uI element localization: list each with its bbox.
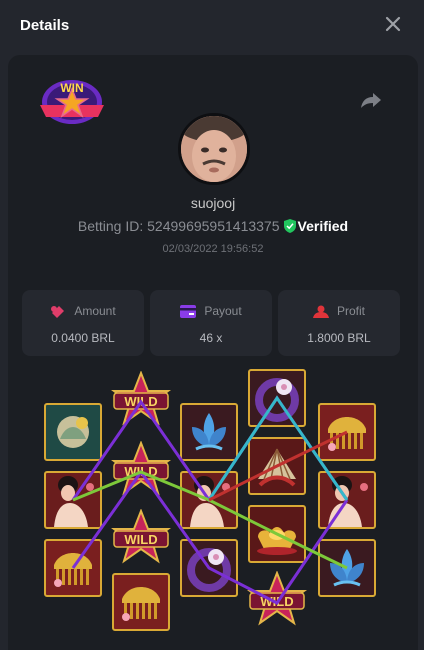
betting-id-label: Betting ID: <box>77 218 144 234</box>
stat-amount-label: Amount <box>74 304 116 318</box>
betting-id-row: Betting ID: 52499695951413375 Verified <box>8 218 418 234</box>
payline-teal <box>207 395 349 501</box>
win-badge-text: WIN <box>60 81 83 95</box>
betting-id-value: 52499695951413375 <box>147 218 280 234</box>
close-icon[interactable] <box>384 15 402 33</box>
payline-purple-bottom <box>71 469 349 605</box>
stat-amount: Amount 0.0400 BRL <box>22 290 144 356</box>
money-icon <box>51 306 65 318</box>
stat-profit-value: 1.8000 BRL <box>307 331 371 345</box>
avatar <box>178 113 250 185</box>
payline-green <box>72 470 348 570</box>
page-title: Details <box>20 17 70 34</box>
stat-profit: Profit 1.8000 BRL <box>278 290 400 356</box>
stat-profit-label: Profit <box>336 304 365 318</box>
payline-purple-top <box>71 395 349 503</box>
payline-red <box>208 430 348 502</box>
stat-payout-label: Payout <box>204 304 242 318</box>
slot-reels: WILD WILD WILD WILD <box>8 365 418 650</box>
wallet-icon <box>180 305 197 318</box>
header: Details <box>0 0 424 55</box>
profit-icon <box>312 305 329 318</box>
verified-shield-icon <box>283 219 296 233</box>
stat-payout-value: 46 x <box>199 331 223 345</box>
win-badge: WIN <box>40 80 104 124</box>
share-icon[interactable] <box>360 91 382 109</box>
stat-amount-value: 0.0400 BRL <box>51 331 115 345</box>
verified-label: Verified <box>297 218 349 234</box>
stat-payout: Payout 46 x <box>150 290 272 356</box>
username: suojooj <box>190 195 236 211</box>
details-panel: WIN suojooj Betting ID: 5249969595141337… <box>8 55 418 650</box>
paylines <box>71 395 349 605</box>
bet-timestamp: 02/03/2022 19:56:52 <box>162 243 264 255</box>
